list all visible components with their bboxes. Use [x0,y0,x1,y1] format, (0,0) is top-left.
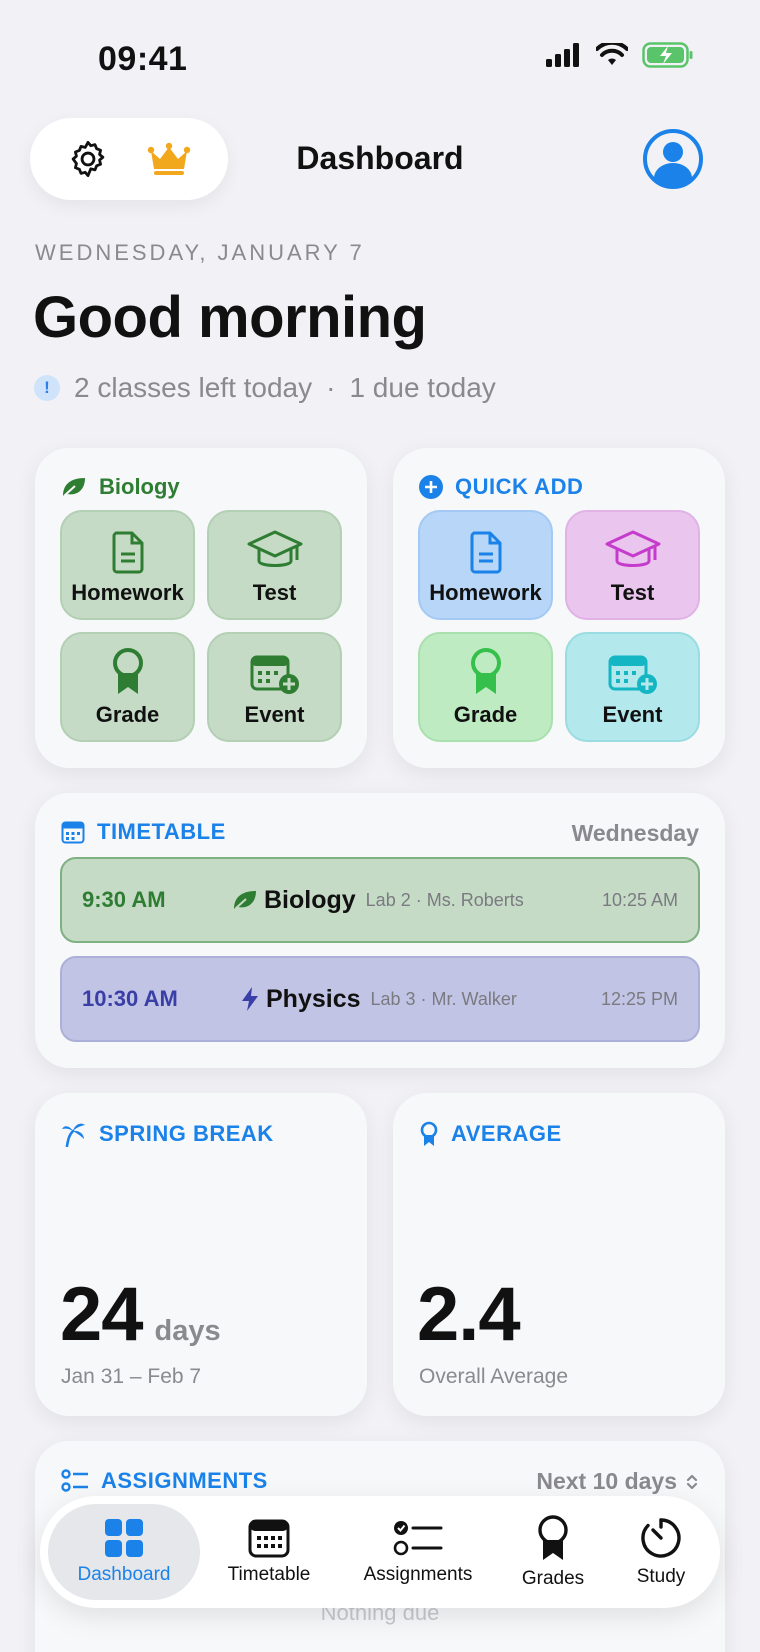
class-test-tile[interactable]: Test [207,510,342,620]
tab-assignments[interactable]: Assignments [338,1496,498,1608]
class-end-time: 10:25 AM [601,889,678,910]
class-start-time: 10:30 AM [82,986,178,1011]
tile-label: Test [252,580,297,605]
class-detail: Lab 2 · Ms. Roberts [365,889,524,910]
current-class-card: Biology Homework Test Grade Event [35,448,367,768]
class-subject: Biology [264,885,356,914]
quick-add-title: QUICK ADD [455,474,584,499]
lightning-bolt-icon [242,987,258,1011]
status-icons [546,42,694,68]
current-class-header: Biology [61,474,180,500]
calendar-plus-icon [608,655,657,694]
plus-circle-icon [419,475,443,499]
classes-left-text: 2 classes left today [74,372,313,403]
tile-label: Homework [71,580,184,605]
tile-label: Event [602,702,663,727]
tile-label: Homework [429,580,542,605]
class-end-time: 12:25 PM [600,988,678,1009]
status-time: 09:41 [98,40,188,78]
spring-break-header: SPRING BREAK [61,1121,274,1147]
timetable-day: Wednesday [571,820,699,846]
calendar-plus-icon [250,655,299,694]
chevron-up-down-icon [686,1474,698,1489]
graduation-cap-icon [247,530,302,567]
leaf-icon [234,891,256,910]
tab-label: Timetable [227,1564,311,1585]
current-class-subject: Biology [99,474,180,499]
graduation-cap-icon [605,530,660,567]
grid-icon [105,1519,143,1557]
tab-dashboard[interactable]: Dashboard [48,1496,200,1608]
award-ribbon-icon [470,648,501,694]
quick-test-tile[interactable]: Test [565,510,700,620]
day-summary: ! 2 classes left today · 1 due today [34,372,496,404]
class-grade-tile[interactable]: Grade [60,632,195,742]
tile-label: Event [244,702,305,727]
filter-label: Next 10 days [536,1468,677,1494]
spring-break-card[interactable]: SPRING BREAK 24 days Jan 31 – Feb 7 [35,1093,367,1416]
tab-timetable[interactable]: Timetable [200,1496,338,1608]
calendar-icon [61,821,85,844]
summary-separator: · [326,372,336,403]
info-icon: ! [34,375,60,401]
average-header: AVERAGE [419,1121,562,1147]
average-title: AVERAGE [451,1121,562,1146]
tab-grades[interactable]: Grades [498,1496,608,1608]
document-icon [112,531,143,574]
timer-icon [641,1518,681,1558]
quick-grade-tile[interactable]: Grade [418,632,553,742]
calendar-icon [248,1519,290,1558]
timetable-header: TIMETABLE [61,819,226,845]
award-ribbon-icon [538,1515,568,1560]
assignments-title: ASSIGNMENTS [101,1468,268,1493]
checklist-icon [61,1469,88,1492]
assignments-filter-select[interactable]: Next 10 days [536,1468,699,1495]
days-unit: days [154,1315,221,1347]
tile-label: Grade [453,702,518,727]
quick-event-tile[interactable]: Event [565,632,700,742]
class-homework-tile[interactable]: Homework [60,510,195,620]
greeting-heading: Good morning [33,285,427,350]
battery-charging-icon [642,42,693,68]
quick-homework-tile[interactable]: Homework [418,510,553,620]
quick-add-header: QUICK ADD [419,474,583,500]
class-start-time: 9:30 AM [82,887,166,912]
quick-add-card: QUICK ADD Homework Test Grade Event [393,448,725,768]
due-today-text: 1 due today [349,372,496,403]
timetable-card[interactable]: TIMETABLE Wednesday 9:30 AM Biology Lab … [35,793,725,1068]
class-subject: Physics [266,984,361,1013]
tab-label: Dashboard [77,1564,171,1585]
timetable-title: TIMETABLE [97,819,226,844]
tab-study[interactable]: Study [608,1496,714,1608]
class-event-tile[interactable]: Event [207,632,342,742]
document-icon [470,531,501,574]
wifi-icon [596,43,628,65]
average-value: 2.4 [417,1272,521,1357]
timetable-row[interactable]: 9:30 AM Biology Lab 2 · Ms. Roberts 10:2… [60,857,700,943]
leaf-icon [63,478,85,497]
tab-label: Grades [521,1568,585,1589]
award-ribbon-icon [112,648,143,694]
days-count: 24 [60,1272,144,1357]
date-line: WEDNESDAY, JANUARY 7 [35,240,365,265]
checklist-icon [393,1521,443,1556]
spring-break-title: SPRING BREAK [99,1121,274,1146]
class-detail: Lab 3 · Mr. Walker [370,988,517,1009]
spring-break-range: Jan 31 – Feb 7 [61,1365,202,1388]
spring-break-countdown: 24 days [60,1271,221,1358]
tab-bar: Dashboard Timetable Assignments Grades S… [40,1496,720,1608]
palm-tree-icon [62,1123,85,1147]
profile-avatar-icon[interactable] [642,128,704,190]
average-caption: Overall Average [419,1365,569,1388]
tab-label: Assignments [363,1564,473,1585]
cellular-signal-icon [546,43,579,67]
assignments-header: ASSIGNMENTS [61,1468,268,1494]
timetable-row[interactable]: 10:30 AM Physics Lab 3 · Mr. Walker 12:2… [60,956,700,1042]
tab-label: Study [636,1566,686,1587]
tile-label: Test [610,580,655,605]
average-card[interactable]: AVERAGE 2.4 Overall Average [393,1093,725,1416]
award-ribbon-icon [420,1121,438,1146]
tile-label: Grade [95,702,160,727]
